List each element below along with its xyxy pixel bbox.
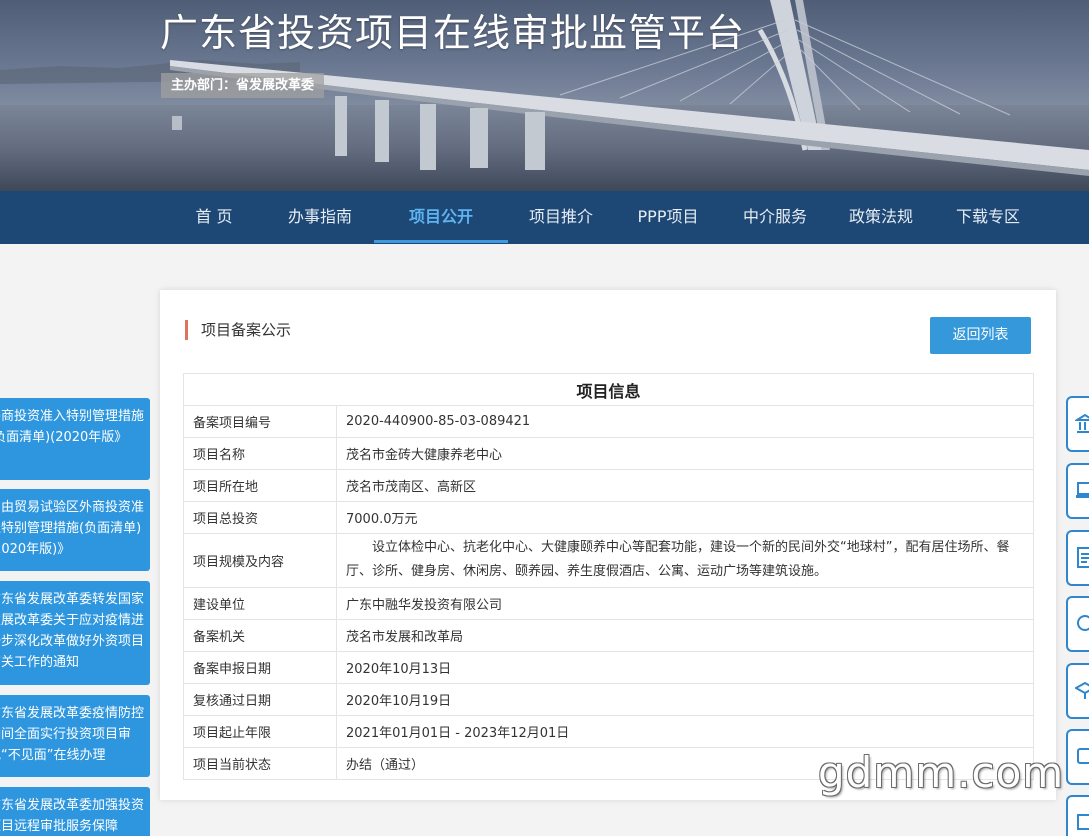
row-value: 2021年01月01日 - 2023年12月01日 [336,715,1034,748]
row-value: 广东中融华发投资有限公司 [336,587,1034,620]
sidebar-notice-item[interactable]: 外商投资准入特别管理措施(负面清单)(2020年版》 [0,398,150,480]
sidebar-notice-text: 自由贸易试验区外商投资准入特别管理措施(负面清单)(2020年版)》 [0,500,145,557]
sidebar-notice-text: 广东省发展改革委疫情防控期间全面实行投资项目审批“不见面”在线办理 [0,706,145,763]
row-label: 项目名称 [183,437,337,470]
sidebar-notice-item[interactable]: 自由贸易试验区外商投资准入特别管理措施(负面清单)(2020年版)》 [0,489,150,571]
nav-policy[interactable]: 政策法规 [845,191,917,244]
row-value: 2020年10月13日 [336,651,1034,684]
row-label: 备案申报日期 [183,651,337,684]
main-nav: 首 页 办事指南 项目公开 项目推介 PPP项目 中介服务 政策法规 下载专区 [0,191,1089,244]
row-label: 建设单位 [183,587,337,620]
sidebar-notice-text: 外商投资准入特别管理措施(负面清单)(2020年版》 [0,409,145,445]
more-icon[interactable] [1066,795,1089,836]
site-title: 广东省投资项目在线审批监管平台 [160,11,746,55]
project-record-panel: 项目备案公示 返回列表 项目信息 备案项目编号 2020-440900-85-0… [160,290,1056,800]
row-label: 项目规模及内容 [183,533,337,588]
header-banner: 广东省投资项目在线审批监管平台 主办部门：省发展改革委 [0,0,1089,191]
nav-guide[interactable]: 办事指南 [284,191,356,244]
table-header: 项目信息 [183,373,1034,406]
nav-project-public[interactable]: 项目公开 [405,191,477,244]
table-row: 备案申报日期 2020年10月13日 [183,651,1034,684]
panel-title: 项目备案公示 [185,320,291,340]
sidebar-notice-text: 广东省发展改革委转发国家发展改革委关于应对疫情进一步深化改革做好外资项目有关工作… [0,592,145,670]
search-icon[interactable] [1066,596,1089,652]
nav-intermediary[interactable]: 中介服务 [739,191,811,244]
row-value: 2020年10月19日 [336,683,1034,716]
row-value: 茂名市发展和改革局 [336,619,1034,652]
table-row: 项目总投资 7000.0万元 [183,501,1034,534]
table-row: 备案项目编号 2020-440900-85-03-089421 [183,405,1034,438]
sidebar-notice-item[interactable]: 广东省发展改革委转发国家发展改革委关于应对疫情进一步深化改革做好外资项目有关工作… [0,581,150,685]
row-label: 复核通过日期 [183,683,337,716]
nav-project-promo[interactable]: 项目推介 [525,191,597,244]
row-value: 7000.0万元 [336,501,1034,534]
row-label: 项目总投资 [183,501,337,534]
table-row: 备案机关 茂名市发展和改革局 [183,619,1034,652]
table-row: 项目所在地 茂名市茂南区、高新区 [183,469,1034,502]
sidebar-notice-item[interactable]: 广东省发展改革委疫情防控期间全面实行投资项目审批“不见面”在线办理 [0,695,150,777]
screen-icon[interactable] [1066,729,1089,785]
watermark: gdmm.com [818,748,1065,797]
row-value: 2020-440900-85-03-089421 [336,405,1034,438]
sidebar-notice-text: 广东省发展改革委加强投资项目远程审批服务保障 [0,798,145,834]
project-info-table: 项目信息 备案项目编号 2020-440900-85-03-089421 项目名… [183,373,1034,780]
bank-icon[interactable] [1066,396,1089,452]
row-label: 项目起止年限 [183,715,337,748]
row-value: 茂名市茂南区、高新区 [336,469,1034,502]
table-row: 建设单位 广东中融华发投资有限公司 [183,587,1034,620]
nav-home[interactable]: 首 页 [190,191,238,244]
row-value: 茂名市金砖大健康养老中心 [336,437,1034,470]
row-label: 项目当前状态 [183,747,337,780]
nav-ppp[interactable]: PPP项目 [634,191,702,244]
graduation-cap-icon[interactable] [1066,663,1089,719]
sponsor-label: 主办部门：省发展改革委 [161,73,325,98]
table-row: 复核通过日期 2020年10月19日 [183,683,1034,716]
row-label: 项目所在地 [183,469,337,502]
laptop-icon[interactable] [1066,463,1089,519]
row-value: 设立体检中心、抗老化中心、大健康颐养中心等配套功能，建设一个新的民间外交“地球村… [336,533,1034,588]
sidebar-notice-item[interactable]: 广东省发展改革委加强投资项目远程审批服务保障 [0,787,150,836]
nav-download[interactable]: 下载专区 [952,191,1024,244]
table-row: 项目起止年限 2021年01月01日 - 2023年12月01日 [183,715,1034,748]
table-row: 项目规模及内容 设立体检中心、抗老化中心、大健康颐养中心等配套功能，建设一个新的… [183,533,1034,588]
back-to-list-button[interactable]: 返回列表 [930,317,1031,354]
row-label: 备案项目编号 [183,405,337,438]
row-label: 备案机关 [183,619,337,652]
nav-active-indicator [374,240,508,243]
document-icon[interactable] [1066,530,1089,586]
table-row: 项目名称 茂名市金砖大健康养老中心 [183,437,1034,470]
